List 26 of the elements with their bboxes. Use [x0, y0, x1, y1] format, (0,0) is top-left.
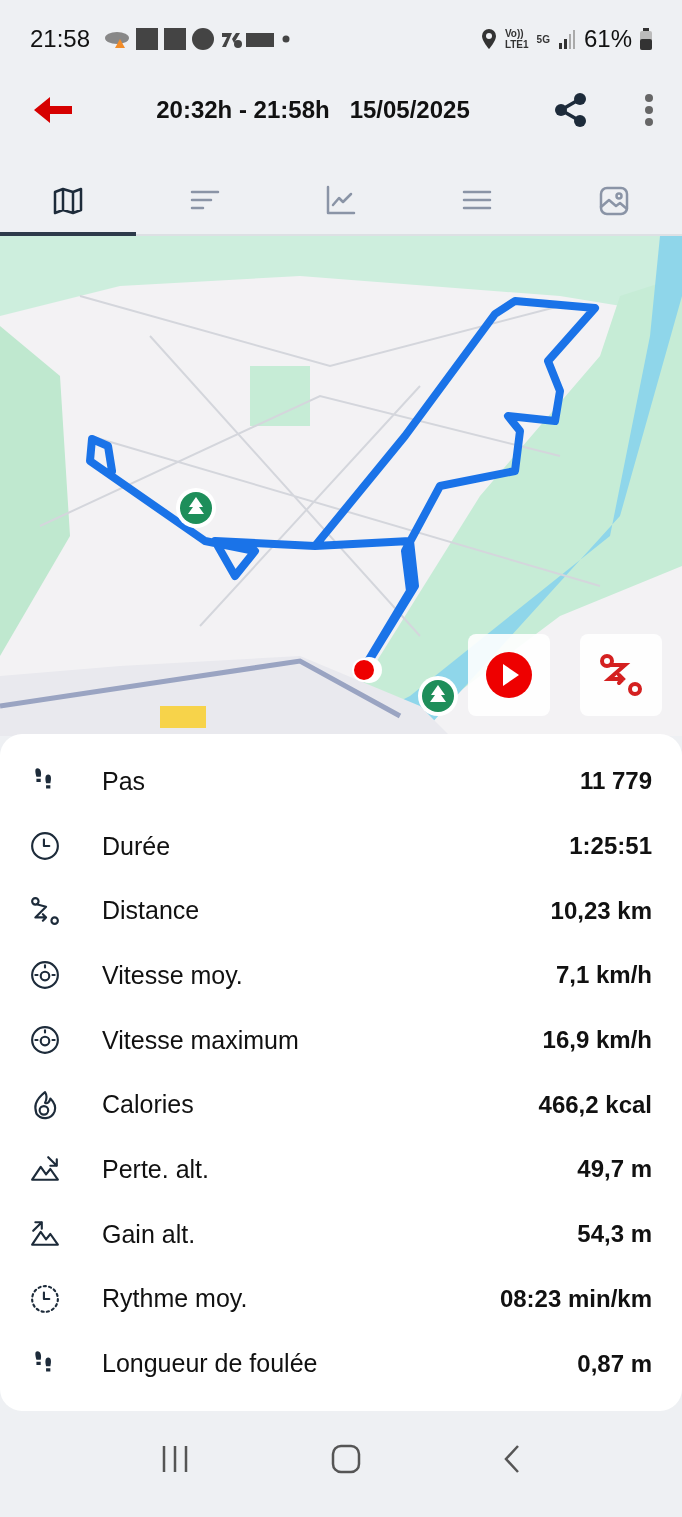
network-label: 5G: [536, 33, 550, 45]
battery-percent: 61%: [583, 25, 632, 53]
stat-value: 11 779: [579, 767, 652, 796]
stat-value: 16,9 km/h: [542, 1026, 652, 1055]
stat-label: Vitesse maximum: [102, 1025, 300, 1055]
stat-value: 54,3 m: [577, 1220, 652, 1249]
lte-label: LTE1: [504, 39, 529, 50]
stat-label: Vitesse moy.: [102, 960, 244, 990]
time-range-title: 20:32h - 21:58h 15/05/2025: [155, 96, 471, 124]
stat-label: Gain alt.: [102, 1219, 197, 1249]
stat-label: Longueur de foulée: [102, 1349, 319, 1379]
volte-label: Vo)): [504, 28, 525, 39]
stat-value: 1:25:51: [569, 832, 652, 861]
stat-label: Rythme moy.: [102, 1284, 249, 1314]
stat-label: Durée: [102, 831, 172, 861]
stat-value: 0,87 m: [577, 1349, 652, 1378]
stat-label: Perte. alt.: [102, 1154, 210, 1184]
stat-label: Calories: [102, 1090, 195, 1120]
stat-label: Distance: [102, 896, 201, 926]
stat-value: 49,7 m: [577, 1155, 652, 1184]
stat-value: 10,23 km: [550, 896, 652, 925]
stat-value: 08:23 min/km: [499, 1284, 652, 1313]
clock: 21:58: [30, 25, 91, 53]
stat-value: 466,2 kcal: [538, 1090, 652, 1119]
stat-value: 7,1 km/h: [555, 961, 652, 990]
stat-label: Pas: [102, 766, 147, 796]
